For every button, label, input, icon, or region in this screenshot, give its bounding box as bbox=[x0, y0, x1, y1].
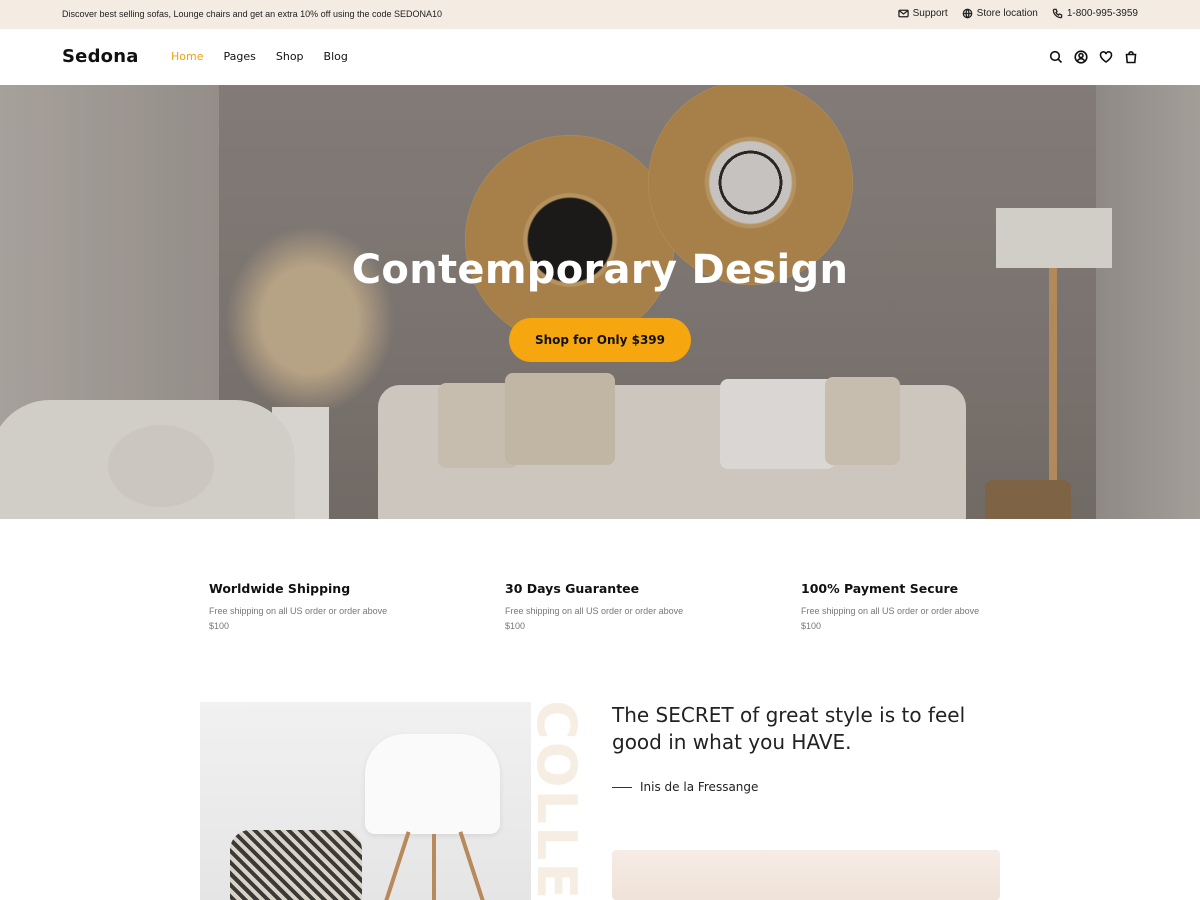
feature-text: Free shipping on all US order or order a… bbox=[801, 606, 980, 631]
chair-leg bbox=[383, 831, 411, 900]
store-location-link[interactable]: Store location bbox=[962, 8, 1038, 19]
feature-title: 30 Days Guarantee bbox=[505, 581, 640, 596]
nav-shop[interactable]: Shop bbox=[276, 50, 304, 63]
fabric-photo bbox=[612, 850, 1000, 900]
phone-link[interactable]: 1-800-995-3959 bbox=[1052, 8, 1138, 19]
cart-button[interactable] bbox=[1124, 49, 1138, 64]
feature-text: Free shipping on all US order or order a… bbox=[505, 606, 684, 631]
quote-text: The SECRET of great style is to feel goo… bbox=[612, 703, 966, 754]
chair-leg bbox=[458, 831, 486, 900]
search-icon bbox=[1049, 50, 1063, 64]
feature-payment: 100% Payment Secure Free shipping on all… bbox=[801, 581, 1001, 634]
quote-author: Inis de la Fressange bbox=[612, 780, 758, 794]
main-nav: Home Pages Shop Blog bbox=[171, 50, 348, 63]
account-button[interactable] bbox=[1074, 49, 1088, 64]
chair-leg bbox=[432, 834, 436, 900]
wishlist-button[interactable] bbox=[1099, 49, 1113, 63]
feature-text: Free shipping on all US order or order a… bbox=[209, 606, 388, 631]
nav-pages[interactable]: Pages bbox=[223, 50, 255, 63]
vertical-collection-word: COLLE bbox=[525, 700, 588, 900]
support-label: Support bbox=[912, 8, 948, 19]
author-dash bbox=[612, 786, 632, 788]
features-section: Worldwide Shipping Free shipping on all … bbox=[0, 519, 1200, 647]
header-icons bbox=[1049, 49, 1138, 64]
author-name: Inis de la Fressange bbox=[640, 780, 759, 794]
heart-icon bbox=[1099, 51, 1113, 63]
mail-icon bbox=[897, 9, 909, 18]
nav-home[interactable]: Home bbox=[171, 50, 203, 63]
hero-overlay bbox=[0, 85, 1200, 519]
hero-title: Contemporary Design bbox=[351, 247, 849, 293]
site-header: Sedona Home Pages Shop Blog bbox=[0, 29, 1200, 85]
promo-text: Discover best selling sofas, Lounge chai… bbox=[62, 9, 443, 19]
nav-blog[interactable]: Blog bbox=[324, 50, 348, 63]
site-logo[interactable]: Sedona bbox=[62, 46, 139, 67]
feature-title: 100% Payment Secure bbox=[801, 581, 959, 596]
woven-basket bbox=[230, 830, 362, 900]
shop-now-button[interactable]: Shop for Only $399 bbox=[509, 318, 691, 362]
feature-title: Worldwide Shipping bbox=[209, 581, 351, 596]
promo-bar: Discover best selling sofas, Lounge chai… bbox=[0, 0, 1200, 29]
store-location-label: Store location bbox=[976, 8, 1038, 19]
topbar-links: Support Store location 1-800-995-3959 bbox=[897, 8, 1138, 19]
search-button[interactable] bbox=[1049, 49, 1063, 64]
bag-icon bbox=[1125, 51, 1137, 64]
globe-icon bbox=[962, 8, 973, 19]
feature-shipping: Worldwide Shipping Free shipping on all … bbox=[209, 581, 409, 634]
user-icon bbox=[1074, 50, 1088, 64]
phone-label: 1-800-995-3959 bbox=[1066, 8, 1138, 19]
white-chair bbox=[365, 734, 500, 834]
phone-icon bbox=[1052, 8, 1063, 19]
support-link[interactable]: Support bbox=[897, 8, 948, 19]
chair-photo bbox=[200, 702, 531, 900]
feature-guarantee: 30 Days Guarantee Free shipping on all U… bbox=[505, 581, 705, 634]
hero-banner: Contemporary Design Shop for Only $399 bbox=[0, 85, 1200, 519]
